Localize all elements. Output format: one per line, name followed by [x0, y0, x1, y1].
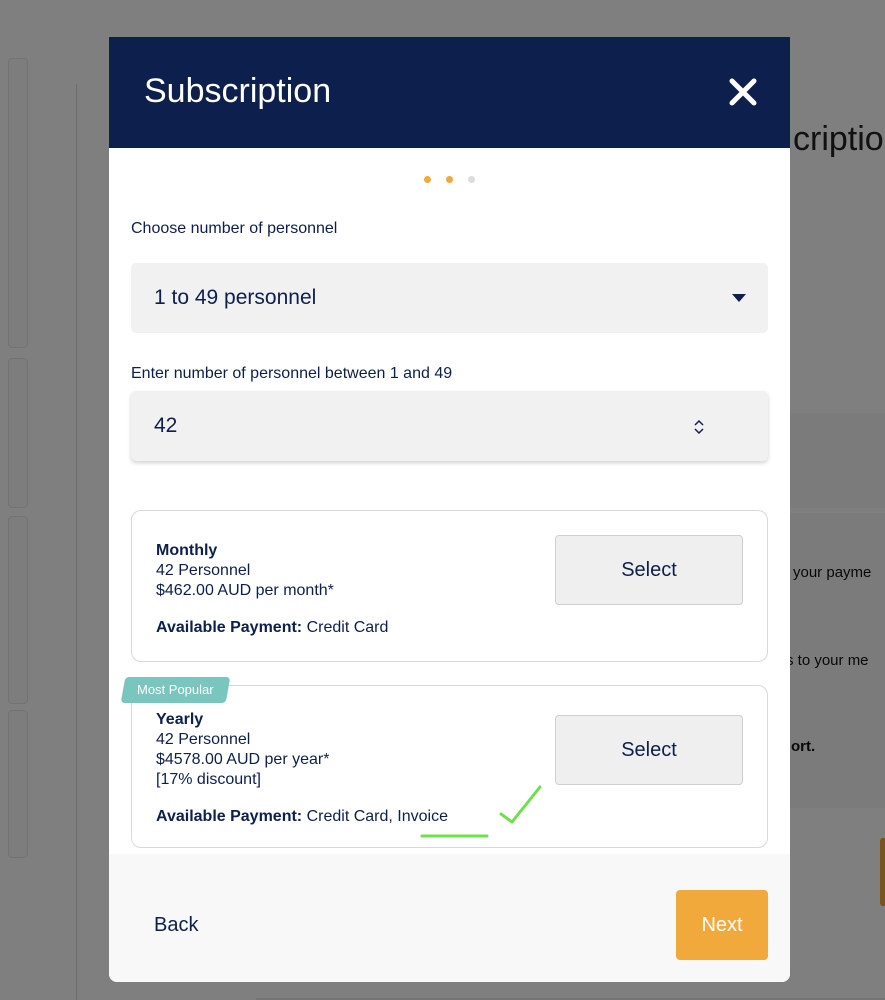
personnel-number-value: 42 — [154, 414, 178, 437]
chevron-down-icon — [732, 294, 746, 302]
payment-methods: Credit Card — [306, 619, 389, 636]
step-dot — [424, 176, 431, 183]
plan-price: $4578.00 AUD per year* — [156, 751, 330, 768]
plan-payment: Available Payment: Credit Card — [156, 618, 388, 638]
modal-footer: Back Next — [109, 854, 790, 982]
spinner-icon[interactable] — [692, 417, 706, 437]
plan-discount: [17% discount] — [156, 771, 261, 788]
close-button[interactable] — [726, 75, 760, 109]
close-icon — [729, 78, 757, 106]
plan-info: Monthly 42 Personnel $462.00 AUD per mon… — [156, 541, 388, 638]
plan-personnel: 42 Personnel — [156, 731, 251, 748]
plan-personnel: 42 Personnel — [156, 562, 251, 579]
personnel-number-input[interactable]: 42 — [131, 391, 768, 461]
plan-payment: Available Payment: Credit Card, Invoice — [156, 807, 448, 827]
back-button[interactable]: Back — [154, 914, 198, 937]
plan-name: Monthly — [156, 542, 218, 559]
payment-label: Available Payment: — [156, 808, 303, 825]
step-indicator — [109, 176, 790, 183]
personnel-select-value: 1 to 49 personnel — [154, 286, 317, 309]
select-yearly-button[interactable]: Select — [555, 715, 743, 785]
plan-info: Yearly 42 Personnel $4578.00 AUD per yea… — [156, 710, 448, 827]
modal-header: Subscription — [109, 37, 790, 148]
personnel-label: Choose number of personnel — [131, 220, 338, 237]
step-dot — [446, 176, 453, 183]
number-label: Enter number of personnel between 1 and … — [131, 365, 453, 382]
step-dot — [468, 176, 475, 183]
most-popular-badge: Most Popular — [120, 677, 230, 703]
subscription-modal: Subscription Choose number of personnel … — [109, 37, 790, 982]
plan-price: $462.00 AUD per month* — [156, 582, 334, 599]
plan-name: Yearly — [156, 711, 204, 728]
plan-card-yearly: Yearly 42 Personnel $4578.00 AUD per yea… — [131, 685, 768, 848]
select-monthly-button[interactable]: Select — [555, 535, 743, 605]
next-button[interactable]: Next — [676, 890, 768, 960]
payment-methods: Credit Card, Invoice — [306, 808, 448, 825]
payment-label: Available Payment: — [156, 619, 303, 636]
modal-title: Subscription — [144, 72, 332, 110]
plan-card-monthly: Monthly 42 Personnel $462.00 AUD per mon… — [131, 510, 768, 662]
personnel-select[interactable]: 1 to 49 personnel — [131, 263, 768, 333]
